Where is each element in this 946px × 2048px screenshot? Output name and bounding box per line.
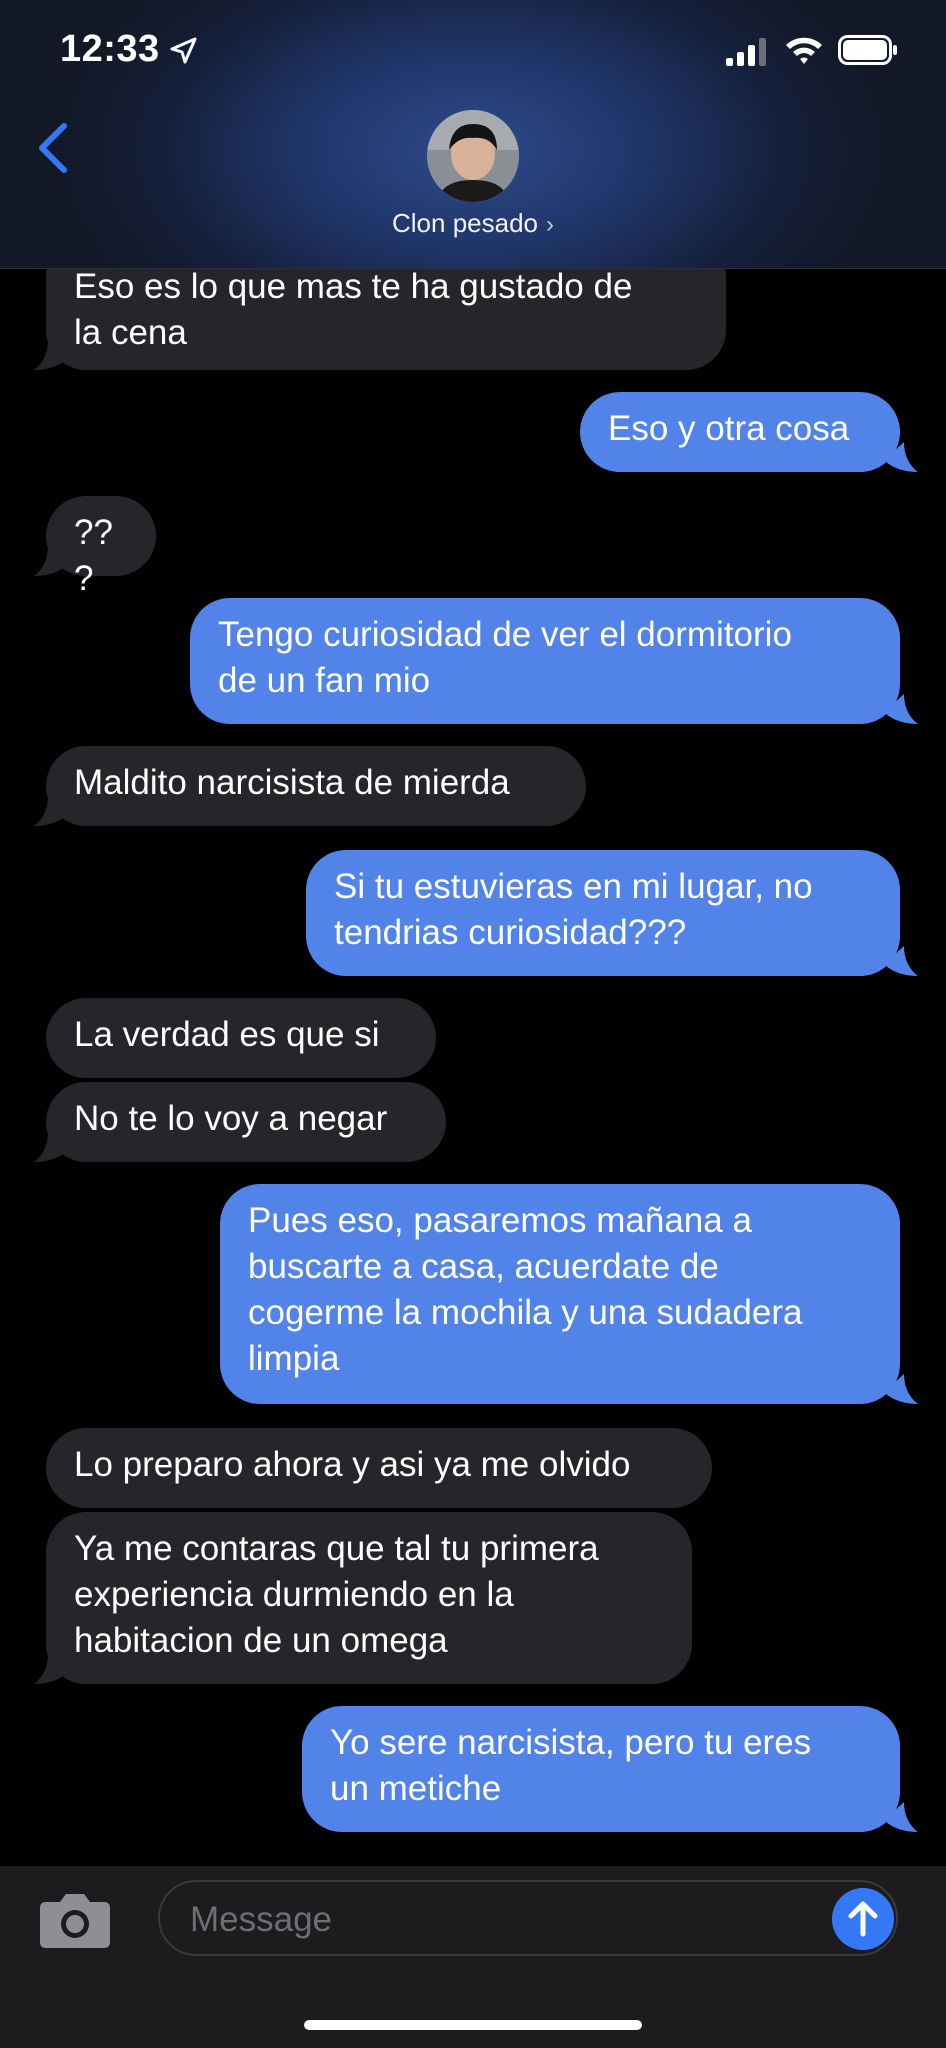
status-time: 12:33 [60, 28, 160, 70]
bubble-tail-icon [34, 1132, 68, 1162]
message-bubble-outgoing[interactable]: Eso y otra cosa [580, 392, 900, 472]
message-input[interactable]: Message [158, 1880, 898, 1956]
avatar-photo-icon [427, 110, 519, 202]
send-button[interactable] [832, 1888, 894, 1950]
bubble-tail-icon [34, 1654, 68, 1684]
back-button[interactable] [30, 118, 80, 178]
message-composer: Message [0, 1866, 946, 2048]
message-bubble-incoming[interactable]: La verdad es que si [46, 998, 436, 1078]
chevron-right-icon: › [546, 211, 554, 238]
message-bubble-outgoing[interactable]: Tengo curiosidad de ver el dormitorio de… [190, 598, 900, 724]
message-bubble-outgoing[interactable]: Si tu estuvieras en mi lugar, no tendria… [306, 850, 900, 976]
bubble-tail-icon [34, 796, 68, 826]
wifi-icon [786, 37, 822, 64]
bubble-tail-icon [884, 694, 918, 724]
message-thread[interactable]: Eso es lo que mas te ha gustado de la ce… [0, 0, 946, 1866]
bubble-tail-icon [34, 340, 68, 370]
message-bubble-incoming[interactable]: Lo preparo ahora y asi ya me olvido [46, 1428, 712, 1508]
battery-icon [838, 35, 897, 65]
bubble-tail-icon [884, 1802, 918, 1832]
home-indicator [304, 2020, 642, 2030]
camera-icon[interactable] [38, 1888, 112, 1950]
message-bubble-incoming[interactable]: Maldito narcisista de mierda [46, 746, 586, 826]
bubble-tail-icon [884, 946, 918, 976]
bubble-tail-icon [884, 442, 918, 472]
message-bubble-incoming[interactable]: No te lo voy a negar [46, 1082, 446, 1162]
bubble-tail-icon [34, 546, 68, 576]
contact-name-button[interactable]: Clon pesado › [0, 208, 946, 239]
contact-name: Clon pesado [392, 208, 538, 238]
message-bubble-incoming[interactable]: Ya me contaras que tal tu primera experi… [46, 1512, 692, 1684]
contact-avatar[interactable] [427, 110, 519, 202]
conversation-header: 12:33 Clon pesado › [0, 0, 946, 269]
cellular-signal-icon [726, 38, 766, 66]
message-bubble-outgoing[interactable]: Yo sere narcisista, pero tu eres un meti… [302, 1706, 900, 1832]
message-bubble-outgoing[interactable]: Pues eso, pasaremos mañana a buscarte a … [220, 1184, 900, 1404]
location-arrow-icon [170, 37, 197, 64]
bubble-tail-icon [884, 1374, 918, 1404]
